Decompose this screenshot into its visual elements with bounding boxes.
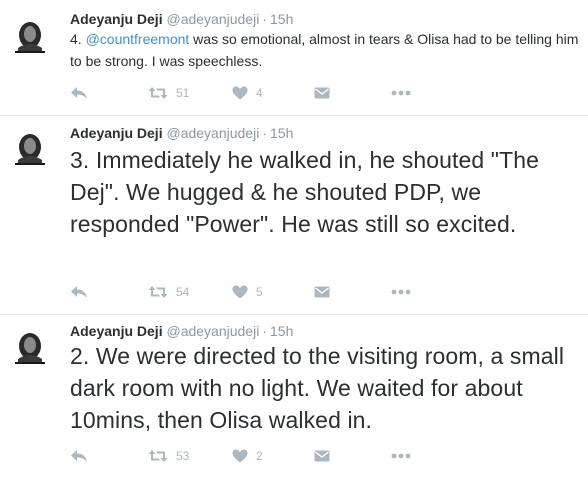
reply-button[interactable] [70, 284, 88, 300]
more-icon [391, 453, 411, 459]
direct-message-button[interactable] [314, 448, 330, 464]
tweet[interactable]: Adeyanju Deji @adeyanjudeji · 15h 2. We we… [0, 315, 588, 478]
avatar[interactable] [12, 329, 48, 365]
more-icon [391, 90, 411, 96]
retweet-icon [148, 286, 168, 298]
heart-icon [232, 285, 248, 299]
tweet-text: 4. @countfreemont was so emotional, almo… [70, 28, 580, 72]
like-button[interactable]: 5 [232, 284, 263, 300]
heart-icon [232, 86, 248, 100]
retweet-button[interactable]: 54 [148, 284, 189, 300]
tweet[interactable]: Adeyanju Deji @adeyanjudeji · 15h 3. Immed… [0, 116, 588, 315]
tweet-actions: 54 5 [70, 284, 430, 300]
tweet-header: Adeyanju Deji @adeyanjudeji · 15h [70, 124, 293, 142]
tweet-text: 3. Immediately he walked in, he shouted … [70, 147, 539, 237]
direct-message-icon [314, 450, 330, 462]
direct-message-button[interactable] [314, 284, 330, 300]
like-button[interactable]: 2 [232, 448, 263, 464]
author-handle[interactable]: @adeyanjudeji [166, 125, 259, 141]
timestamp[interactable]: 15h [270, 125, 293, 141]
timestamp[interactable]: 15h [270, 11, 293, 27]
tweet-actions: 51 4 [70, 85, 430, 101]
tweet[interactable]: Adeyanju Deji @adeyanjudeji · 15h 4. @coun… [0, 0, 588, 116]
author-handle[interactable]: @adeyanjudeji [166, 323, 259, 339]
like-count: 4 [256, 86, 263, 100]
reply-button[interactable] [70, 85, 88, 101]
direct-message-button[interactable] [314, 85, 330, 101]
retweet-count: 54 [176, 285, 190, 299]
timestamp[interactable]: 15h [270, 323, 293, 339]
tweet-header: Adeyanju Deji @adeyanjudeji · 15h [70, 10, 293, 28]
heart-icon [232, 449, 248, 463]
more-button[interactable] [391, 85, 411, 101]
tweet-actions: 53 2 [70, 448, 430, 464]
separator: · [262, 11, 267, 27]
retweet-button[interactable]: 53 [148, 448, 189, 464]
tweet-header: Adeyanju Deji @adeyanjudeji · 15h [70, 322, 293, 340]
like-count: 5 [256, 285, 263, 299]
timeline: Adeyanju Deji @adeyanjudeji · 15h 4. @coun… [0, 0, 588, 478]
author-name[interactable]: Adeyanju Deji [70, 323, 163, 339]
author-handle[interactable]: @adeyanjudeji [166, 11, 259, 27]
retweet-icon [148, 87, 168, 99]
tweet-text-prefix: 4. [70, 31, 86, 47]
reply-icon [71, 87, 87, 99]
avatar[interactable] [12, 18, 48, 54]
reply-icon [71, 286, 87, 298]
more-icon [391, 289, 411, 295]
author-name[interactable]: Adeyanju Deji [70, 11, 163, 27]
direct-message-icon [314, 87, 330, 99]
tweet-text: 2. We were directed to the visiting room… [70, 343, 565, 433]
direct-message-icon [314, 286, 330, 298]
reply-button[interactable] [70, 448, 88, 464]
retweet-count: 51 [176, 86, 190, 100]
more-button[interactable] [391, 448, 411, 464]
reply-icon [71, 450, 87, 462]
retweet-button[interactable]: 51 [148, 85, 189, 101]
avatar[interactable] [12, 130, 48, 166]
more-button[interactable] [391, 284, 411, 300]
mention-link[interactable]: @countfreemont [86, 31, 190, 47]
retweet-count: 53 [176, 449, 190, 463]
separator: · [262, 323, 267, 339]
retweet-icon [148, 450, 168, 462]
like-button[interactable]: 4 [232, 85, 263, 101]
author-name[interactable]: Adeyanju Deji [70, 125, 163, 141]
like-count: 2 [256, 449, 263, 463]
separator: · [262, 125, 267, 141]
